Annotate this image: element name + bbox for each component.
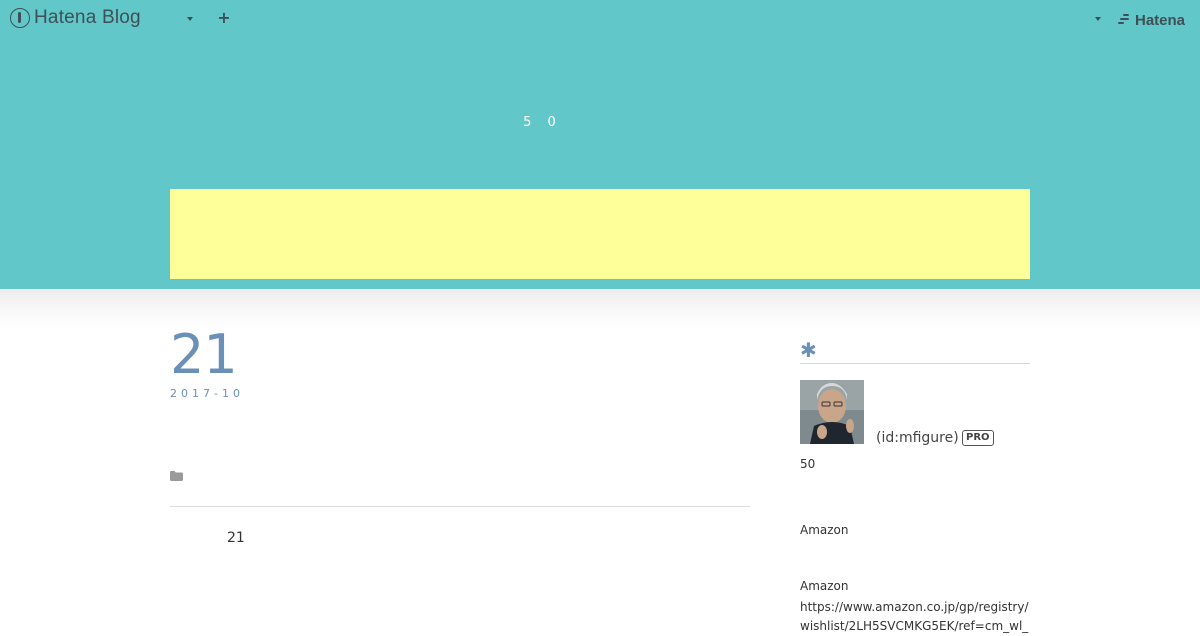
hatena-label: Hatena	[1135, 11, 1186, 29]
account-menu-caret-icon[interactable]	[1095, 17, 1101, 21]
folder-icon	[170, 471, 183, 481]
avatar[interactable]	[800, 380, 864, 444]
brand-name: Hatena Blog	[34, 7, 141, 28]
blog-header: Hatena Blog + Hatena 5 0	[0, 0, 1200, 289]
entry-divider	[170, 506, 750, 507]
sidebar-module-heading: ✱	[800, 340, 1030, 364]
asterisk-icon: ✱	[800, 338, 817, 362]
profile-id-link[interactable]: (id:mfigure)	[876, 430, 959, 446]
hatena-logo-icon	[1118, 14, 1132, 26]
profile-about-text: 50	[800, 457, 816, 471]
entry-body-text: 21	[227, 530, 245, 546]
amazon-label: Amazon	[800, 579, 849, 593]
hatena-blog-brand-link[interactable]: Hatena Blog	[10, 7, 141, 29]
blog-title[interactable]: 5 0	[0, 115, 1085, 130]
hatena-home-link[interactable]: Hatena	[1118, 10, 1185, 30]
entry-date-day[interactable]: 21	[170, 325, 238, 385]
caret-down-icon[interactable]	[187, 17, 193, 21]
amazon-heading: Amazon	[800, 523, 849, 537]
entry-date-year-month[interactable]: 2017-10	[170, 387, 244, 400]
pro-badge[interactable]: PRO	[962, 430, 994, 446]
hatena-blog-logo-icon	[10, 8, 30, 28]
amazon-wishlist-link[interactable]: https://www.amazon.co.jp/gp/registry/wis…	[800, 598, 1032, 636]
header-banner	[170, 189, 1030, 279]
add-entry-button[interactable]: +	[216, 9, 232, 27]
global-header-bar: Hatena Blog + Hatena	[0, 0, 1200, 38]
